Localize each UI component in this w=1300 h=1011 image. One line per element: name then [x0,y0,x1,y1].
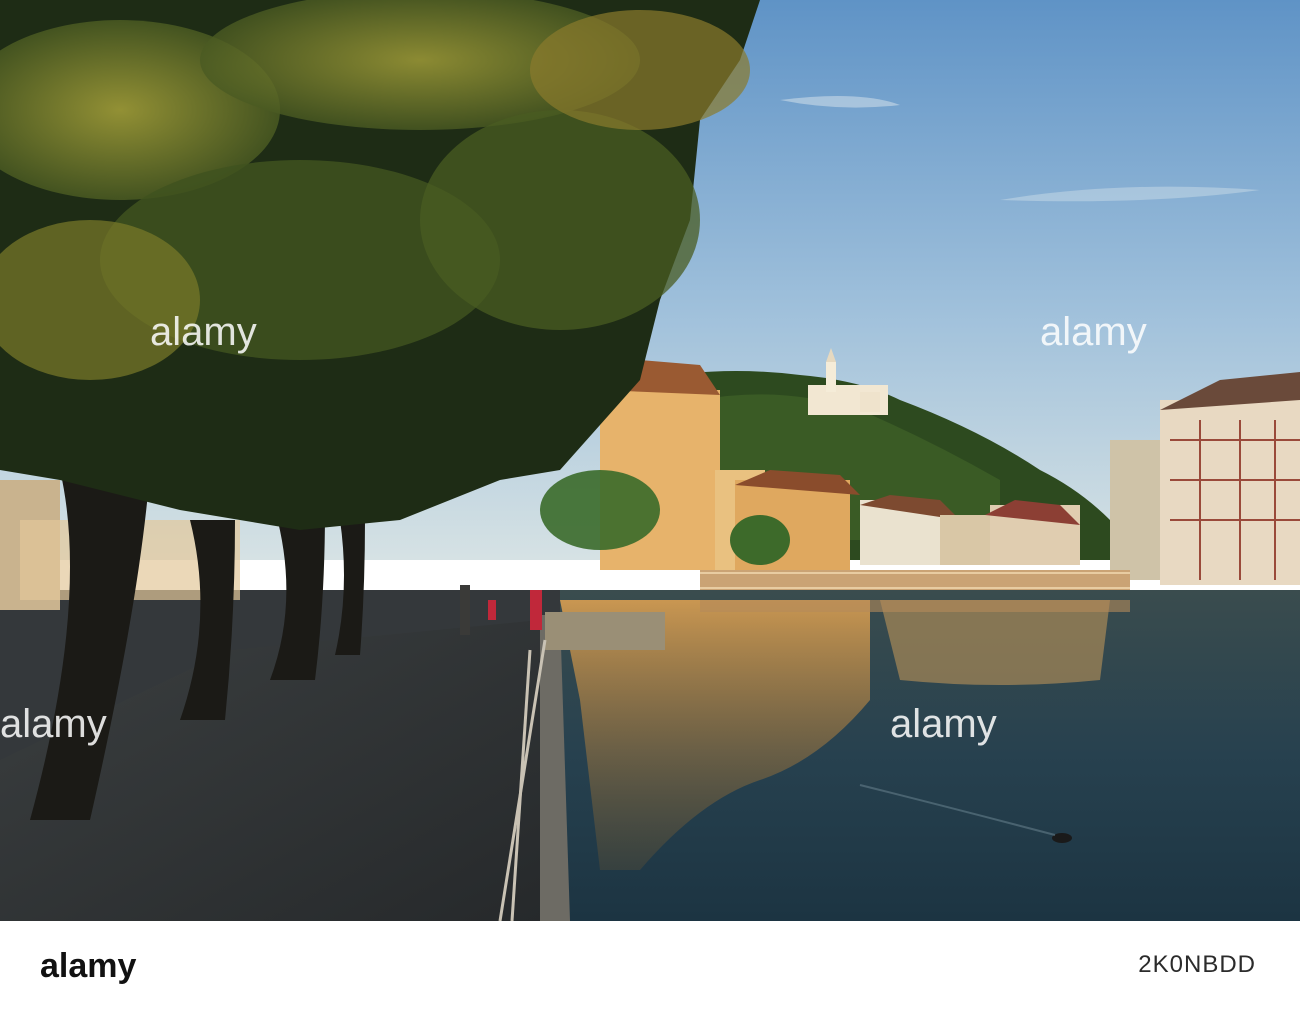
stock-photo-frame: alamy alamy alamy alamy alamy 2K0NBDD [0,0,1300,1011]
golden-reflection [880,600,1110,685]
footbridge [700,570,1130,590]
svg-text:alamy: alamy [890,702,997,746]
alamy-logo: alamy [40,947,136,985]
stone-pier [545,612,665,650]
image-id: 2K0NBDD [1138,951,1256,978]
svg-text:alamy: alamy [150,310,257,354]
watermark-logo: alamy [890,702,997,746]
photo [0,0,1300,921]
watermark-logo: alamy [1040,310,1147,354]
watermark-logo: alamy [150,310,257,354]
svg-text:alamy: alamy [0,702,107,746]
bridge-reflection [700,600,1130,612]
svg-text:alamy: alamy [1040,310,1147,354]
watermark-logo: alamy [0,702,107,746]
svg-text:alamy: alamy [40,947,136,985]
footer-bar: alamy 2K0NBDD [0,921,1300,1011]
